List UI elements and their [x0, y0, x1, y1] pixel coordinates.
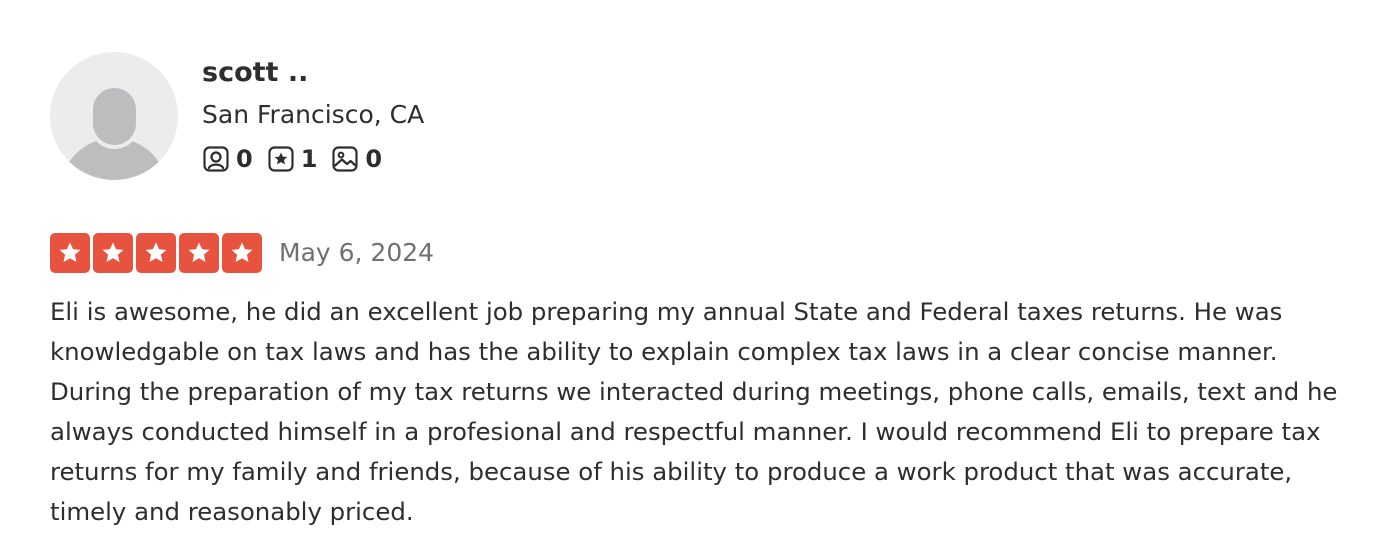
user-info: scott .. San Francisco, CA 0 1 0	[202, 52, 424, 175]
user-location: San Francisco, CA	[202, 100, 425, 129]
star-icon	[222, 233, 262, 273]
stat-reviews: 1	[267, 145, 318, 173]
star-rating	[50, 233, 265, 273]
review-text: Eli is awesome, he did an excellent job …	[50, 297, 1338, 526]
photos-count: 0	[365, 145, 383, 173]
rating-row: May 6, 2024	[50, 233, 1360, 273]
avatar-head-shape	[93, 88, 136, 145]
photos-icon	[331, 145, 359, 173]
user-avatar[interactable]	[50, 52, 178, 180]
reviews-icon	[267, 145, 295, 173]
star-icon	[136, 233, 176, 273]
star-icon	[50, 233, 90, 273]
user-name-link[interactable]: scott ..	[202, 55, 424, 91]
star-icon	[179, 233, 219, 273]
friends-count: 0	[236, 145, 253, 173]
stat-photos: 0	[331, 145, 382, 173]
user-stats: 0 1 0	[202, 143, 424, 175]
star-icon	[93, 233, 133, 273]
reviews-count: 1	[300, 145, 318, 173]
stat-friends: 0	[202, 145, 253, 173]
review-date: May 6, 2024	[279, 238, 435, 267]
friends-icon	[202, 145, 230, 173]
review-card: scott .. San Francisco, CA 0 1 0 May 6, …	[50, 52, 1360, 556]
user-passport: scott .. San Francisco, CA 0 1 0	[50, 52, 1360, 180]
